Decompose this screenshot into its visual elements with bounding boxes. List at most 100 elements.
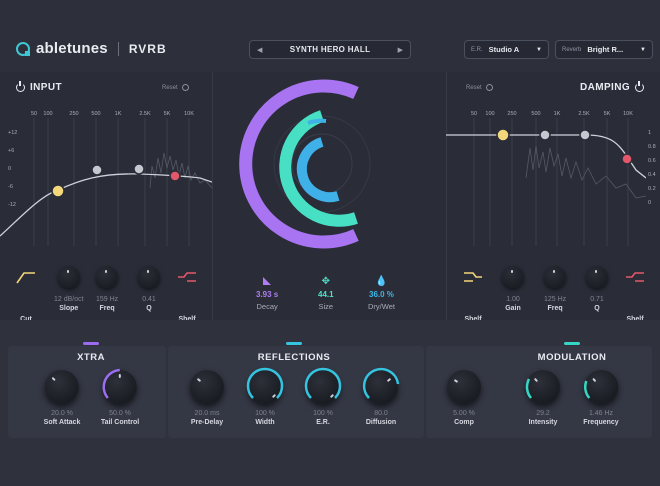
size-control[interactable]: ✥ 44.1 Size (318, 276, 334, 311)
shelf-icon[interactable] (176, 266, 198, 288)
xtra-title: XTRA (77, 352, 105, 363)
damping-eq-title: DAMPING (580, 81, 645, 93)
decay-control[interactable]: 3.93 s Decay (256, 276, 278, 311)
knob[interactable] (246, 367, 284, 404)
input-spectrum (149, 152, 212, 189)
eq-node (579, 129, 591, 141)
soft-attack-value: 20.0 % (51, 410, 73, 417)
damping-reset-label: Reset (466, 84, 482, 91)
knob[interactable] (362, 367, 400, 404)
chevron-down-icon[interactable]: ▼ (536, 47, 542, 53)
xtra-accent-line (83, 342, 99, 345)
knob[interactable] (138, 266, 160, 288)
intensity-knob[interactable]: 29.2 Intensity (525, 370, 560, 426)
size-ring (279, 110, 358, 227)
comp-label: Comp (454, 419, 474, 426)
freq-label: 5K (163, 111, 171, 117)
knob[interactable] (44, 370, 79, 404)
freq-label: 10K (623, 111, 633, 117)
damping-gain-knob[interactable]: 1.00 Gain (502, 266, 524, 312)
chevron-down-icon[interactable]: ▼ (640, 47, 646, 53)
reverb-visualizer (239, 79, 371, 249)
reverb-dropdown[interactable]: Reverb Bright R... ▼ (555, 40, 653, 59)
input-reset-button[interactable]: Reset (162, 84, 189, 91)
knob[interactable] (447, 370, 481, 404)
er-dropdown-value[interactable]: Studio A (489, 45, 520, 54)
freq-label: 1K (114, 111, 122, 117)
decay-icon (263, 277, 272, 285)
knob[interactable] (544, 266, 567, 288)
input-slope-label: Slope (59, 305, 79, 312)
knob[interactable] (304, 367, 342, 404)
freq-label: 10K (184, 111, 194, 117)
input-eq-curve (0, 173, 212, 237)
knob[interactable] (57, 266, 80, 288)
frequency-value: 1.46 Hz (588, 410, 614, 417)
knob[interactable] (525, 370, 560, 404)
freq-label: 500 (531, 111, 541, 117)
high-pass-icon[interactable] (15, 266, 37, 288)
er-label: E.R. (316, 419, 330, 426)
input-shelf-control[interactable]: Shelf (176, 266, 198, 323)
reset-icon[interactable] (485, 84, 493, 91)
pre-delay-knob[interactable]: 20.0 ms Pre-Delay (190, 370, 224, 426)
knob[interactable] (586, 266, 608, 288)
er-knob[interactable]: 100 % E.R. (304, 367, 342, 426)
scale-label: 0.4 (648, 172, 656, 178)
reverb-dropdown-value[interactable]: Bright R... (587, 45, 623, 54)
knob[interactable] (102, 368, 137, 404)
reverb-dropdown-label: Reverb (562, 46, 582, 53)
knob[interactable] (190, 370, 224, 404)
damping-reset-button[interactable]: Reset (466, 84, 493, 91)
input-power-icon[interactable] (16, 81, 25, 92)
drywet-ring (296, 137, 340, 203)
preset-name[interactable]: SYNTH HERO HALL (290, 45, 371, 54)
knob[interactable] (583, 370, 618, 404)
width-knob[interactable]: 100 % Width (246, 367, 284, 426)
preset-selector[interactable]: ◀ SYNTH HERO HALL ▶ (249, 40, 411, 59)
comp-knob[interactable]: 5.00 % Comp (447, 370, 481, 426)
width-label: Width (255, 419, 275, 426)
drywet-control[interactable]: 💧 36.0 % Dry/Wet (368, 276, 395, 311)
er-dropdown[interactable]: E.R. Studio A ▼ (464, 40, 549, 59)
decay-value: 3.93 s (256, 290, 279, 299)
pre-delay-label: Pre-Delay (190, 419, 224, 426)
damping-freq-knob[interactable]: 125 Hz Freq (544, 266, 566, 312)
knob[interactable] (502, 266, 524, 288)
soft-attack-knob[interactable]: 20.0 % Soft Attack (44, 370, 80, 426)
damping-eq-title-label: DAMPING (580, 82, 631, 93)
decay-label: Decay (256, 302, 278, 311)
input-slope-knob[interactable]: 12 dB/oct Slope (54, 266, 84, 312)
input-freq-knob[interactable]: 159 Hz Freq (96, 266, 118, 312)
damping-q-knob[interactable]: 0.71 Q (586, 266, 608, 312)
input-eq-title: INPUT (16, 81, 62, 93)
input-eq-graph[interactable] (0, 118, 212, 246)
er-value: 100 % (313, 410, 333, 417)
damping-eq-graph[interactable] (446, 118, 646, 246)
shelf-icon[interactable] (462, 266, 484, 288)
freq-label: 2.5K (578, 111, 590, 117)
diffusion-knob[interactable]: 80.0 Diffusion (362, 367, 400, 426)
freq-label: 100 (485, 111, 495, 117)
frequency-knob[interactable]: 1.46 Hz Frequency (583, 370, 619, 426)
damping-low-shelf-control[interactable]: Shelf (462, 266, 484, 323)
damping-high-shelf-control[interactable]: Shelf (624, 266, 646, 323)
input-eq-title-label: INPUT (30, 82, 62, 93)
scale-label: 1 (648, 130, 652, 136)
reset-icon[interactable] (181, 84, 189, 91)
freq-label: 2.5K (139, 111, 151, 117)
preset-prev-icon[interactable]: ◀ (257, 46, 262, 54)
shelf-icon[interactable] (624, 266, 646, 288)
rvrb-plugin-window: abletunes RVRB ◀ SYNTH HERO HALL ▶ E.R. … (0, 0, 660, 486)
preset-next-icon[interactable]: ▶ (398, 46, 403, 54)
tail-control-knob[interactable]: 50.0 % Tail Control (101, 368, 139, 426)
eq-node (539, 129, 551, 141)
knob[interactable] (96, 266, 119, 288)
input-q-knob[interactable]: 0.41 Q (138, 266, 160, 312)
input-q-value: 0.41 (142, 296, 156, 303)
scale-label: 0.6 (648, 158, 656, 164)
diffusion-value: 80.0 (374, 410, 388, 417)
input-cut-control[interactable]: Cut (15, 266, 37, 323)
damping-power-icon[interactable] (635, 81, 645, 92)
brand-logo: abletunes RVRB (16, 40, 167, 57)
